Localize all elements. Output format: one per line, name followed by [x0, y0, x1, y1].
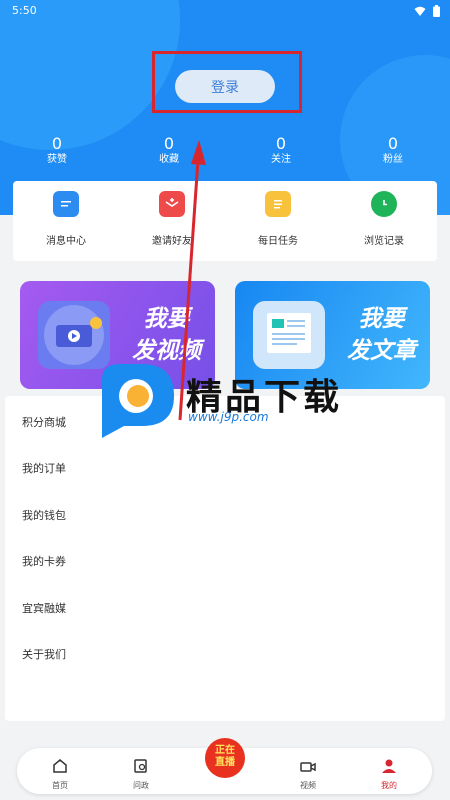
quick-message-center[interactable]: 消息中心 [13, 191, 119, 247]
stat-likes[interactable]: 0 获赞 [27, 135, 87, 167]
battery-icon [433, 5, 440, 17]
banner-video-line1: 我要 [143, 306, 190, 332]
list-item-about-us[interactable]: 关于我们 [22, 646, 66, 662]
stat-favorites[interactable]: 0 收藏 [139, 135, 199, 167]
stat-following[interactable]: 0 关注 [251, 135, 311, 167]
list-item-my-coupons[interactable]: 我的卡券 [22, 553, 66, 569]
article-doc-icon [253, 301, 325, 369]
task-list-icon [265, 191, 291, 217]
watermark-url: www.j9p.com [188, 410, 269, 424]
list-item-my-wallet[interactable]: 我的钱包 [22, 507, 66, 523]
nav-profile[interactable]: 我的 [359, 758, 419, 791]
quick-daily-tasks[interactable]: 每日任务 [225, 191, 331, 247]
inquiry-icon [134, 759, 147, 773]
stat-fans[interactable]: 0 粉丝 [363, 135, 423, 167]
quick-invite-friends[interactable]: 邀请好友 [119, 191, 225, 247]
nav-video[interactable]: 视频 [278, 758, 338, 791]
highlight-box [152, 51, 302, 113]
clock-icon [371, 191, 397, 217]
banner-article-line1: 我要 [358, 306, 405, 332]
video-icon [300, 762, 316, 772]
home-icon [53, 759, 67, 773]
quick-menu-card: 消息中心 邀请好友 每日任务 浏览记录 [13, 181, 437, 261]
envelope-icon [159, 191, 185, 217]
quick-browse-history[interactable]: 浏览记录 [331, 191, 437, 247]
live-broadcast-button[interactable]: 正在 直播 [205, 738, 245, 778]
bottom-navigation: 首页 问政 正在 直播 视频 我的 [17, 738, 432, 794]
wifi-icon [414, 6, 425, 16]
film-reel-icon [38, 301, 110, 369]
list-item-yibin-media[interactable]: 宜宾融媒 [22, 600, 66, 616]
banner-article-line2: 发文章 [347, 338, 416, 364]
list-item-points-mall[interactable]: 积分商城 [22, 414, 66, 430]
menu-list: 积分商城 我的订单 我的钱包 我的卡券 宜宾融媒 关于我们 [5, 396, 445, 721]
message-icon [53, 191, 79, 217]
status-time: 5:50 [12, 4, 37, 17]
status-bar: 5:50 [0, 0, 450, 22]
list-item-my-orders[interactable]: 我的订单 [22, 460, 66, 476]
nav-inquiry[interactable]: 问政 [111, 758, 171, 791]
stats-row: 0 获赞 0 收藏 0 关注 0 粉丝 [0, 135, 450, 169]
nav-home[interactable]: 首页 [30, 758, 90, 791]
watermark-logo-icon [98, 360, 178, 446]
profile-icon [382, 759, 396, 773]
